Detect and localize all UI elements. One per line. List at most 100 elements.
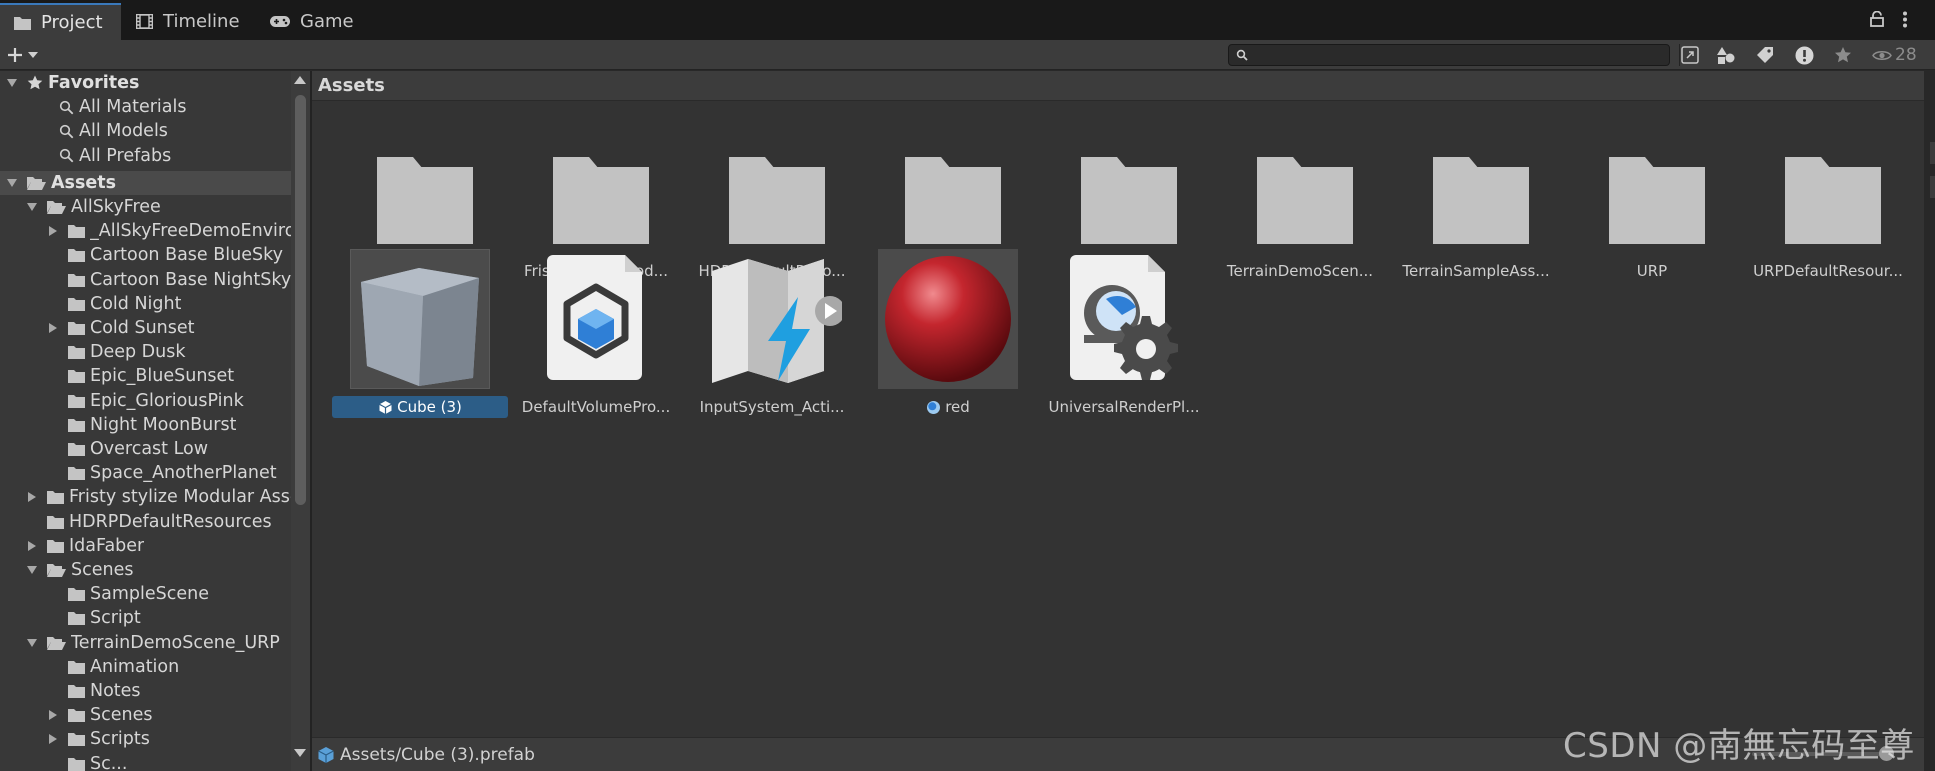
asset-grid-area[interactable]: AllSkyFree Fristy stylize Mod... HDRPDef… [312,71,1924,737]
tree-row-icon [47,539,64,553]
tree-favorites[interactable]: Favorites [0,71,291,95]
side-strip [1924,71,1935,771]
tree-row-arrow[interactable] [26,491,38,503]
tree-folder-item[interactable]: IdaFaber [0,534,291,558]
search-input[interactable] [1253,46,1573,64]
folder-tile[interactable]: TerrainDemoScen... [1212,113,1373,280]
tree-row-arrow[interactable] [6,177,18,189]
tree-folder-item[interactable]: Sc... [0,752,291,771]
plus-icon [8,48,22,62]
chevron-right-icon [49,323,57,333]
tree-folder-item[interactable]: Overcast Low [0,437,291,461]
tree-folder-item[interactable]: Scenes [0,558,291,582]
tab-project[interactable]: Project [0,3,121,40]
project-hierarchy[interactable]: Favorites All Materials All Models All Pref… [0,71,291,771]
scroll-up-icon[interactable] [294,76,306,84]
tree-folder-item[interactable]: Fristy stylize Modular Asse [0,485,291,509]
tree-row-arrow[interactable] [47,709,59,721]
tree-folder-item[interactable]: _AllSkyFreeDemoEnviro [0,219,291,243]
tree-folder-item[interactable]: Script [0,606,291,630]
tab-timeline[interactable]: Timeline [122,3,254,40]
tile-label: URPDefaultResour... [1740,260,1916,282]
hidden-packages-toggle[interactable]: 28 [1872,43,1917,67]
tree-folder-item[interactable]: Cartoon Base NightSky [0,268,291,292]
folder-icon [68,297,85,311]
tree-row-arrow[interactable] [26,637,38,649]
tree-folder-item[interactable]: Cartoon Base BlueSky [0,243,291,267]
tree-row-label: _AllSkyFreeDemoEnviro [90,221,291,242]
tab-game[interactable]: Game [256,3,368,40]
folder-icon [68,612,85,626]
tree-folder-item[interactable]: Scenes [0,703,291,727]
asset-tile[interactable]: UniversalRenderPl... [1036,249,1200,416]
tile-label-text: red [945,398,970,416]
tree-folder-item[interactable]: AllSkyFree [0,195,291,219]
tree-favorite-item[interactable]: All Materials [0,95,291,119]
scroll-down-icon[interactable] [294,749,306,757]
tree-row-arrow[interactable] [6,77,18,89]
tree-row-icon [68,442,85,456]
tile-label-text: TerrainSampleAss... [1402,262,1550,280]
tree-folder-item[interactable]: Cold Night [0,292,291,316]
tree-favorite-item[interactable]: All Prefabs [0,144,291,168]
folder-tile[interactable]: URPDefaultResour... [1740,113,1903,280]
tree-row-icon [68,708,85,723]
create-button[interactable] [6,44,48,66]
save-search-button[interactable] [1828,43,1858,67]
tree-row-label: IdaFaber [69,535,145,556]
asset-tile[interactable]: DefaultVolumePro... [508,249,670,416]
tree-folder-item[interactable]: Epic_GloriousPink [0,389,291,413]
folder-tile[interactable]: URP [1564,113,1724,280]
tree-row-arrow[interactable] [26,564,38,576]
tree-row-icon [68,224,85,239]
tile-label: InputSystem_Acti... [684,396,860,418]
tree-folder-item[interactable]: Scripts [0,727,291,751]
tree-folder-item[interactable]: Night MoonBurst [0,413,291,437]
tree-folder-item[interactable]: Animation [0,655,291,679]
tree-row-arrow[interactable] [47,225,59,237]
folder-icon [1582,113,1722,253]
asset-tile[interactable]: red [860,249,1020,416]
tree-folder-item[interactable]: Notes [0,679,291,703]
tree-folder-item[interactable]: Epic_BlueSunset [0,364,291,388]
folder-tile[interactable]: TerrainSampleAss... [1388,113,1550,280]
tree-row-icon [68,611,85,626]
tree-folder-item[interactable]: SampleScene [0,582,291,606]
breadcrumb[interactable]: Assets [318,75,385,96]
search-by-importlog-button[interactable] [1789,43,1819,67]
tree-folder-item[interactable]: Cold Sunset [0,316,291,340]
search-by-label-button[interactable] [1750,43,1780,67]
tab-label: Game [300,11,354,32]
kebab-menu-icon[interactable] [1902,11,1908,28]
tree-row-arrow[interactable] [26,540,38,552]
folder-icon [1406,113,1546,253]
tree-favorite-item[interactable]: All Models [0,119,291,143]
search-field[interactable] [1228,44,1670,66]
tab-label: Project [41,12,103,33]
tree-scrollbar-thumb[interactable] [295,95,306,505]
tree-folder-item[interactable]: TerrainDemoScene_URP [0,631,291,655]
folder-icon [1054,113,1194,253]
tree-row-label: Overcast Low [90,439,209,459]
open-window-icon [1681,46,1699,64]
tile-label-text: URP [1636,262,1668,280]
shapes-icon [1717,47,1735,64]
tree-row-label: Favorites [48,73,140,93]
folder-icon [68,346,85,360]
lock-icon[interactable] [1870,11,1884,27]
tree-row-label: Animation [90,656,180,677]
asset-tile[interactable]: InputSystem_Acti... [684,249,845,416]
tree-folder-item[interactable]: Deep Dusk [0,340,291,364]
side-strip-tab [1930,142,1935,164]
tree-folder-item[interactable]: Space_AnotherPlanet [0,461,291,485]
folder-icon [878,113,1018,253]
asset-tile[interactable]: Cube (3) [332,249,508,418]
tree-row-arrow[interactable] [26,201,38,213]
tree-assets-root[interactable]: Assets [0,170,291,195]
tree-folder-item[interactable]: HDRPDefaultResources [0,510,291,534]
search-by-type-button[interactable] [1711,43,1741,67]
tree-row-icon [68,394,85,408]
tree-row-arrow[interactable] [47,322,59,334]
tree-row-arrow[interactable] [47,733,59,745]
tree-row-label: Space_AnotherPlanet [90,463,277,484]
